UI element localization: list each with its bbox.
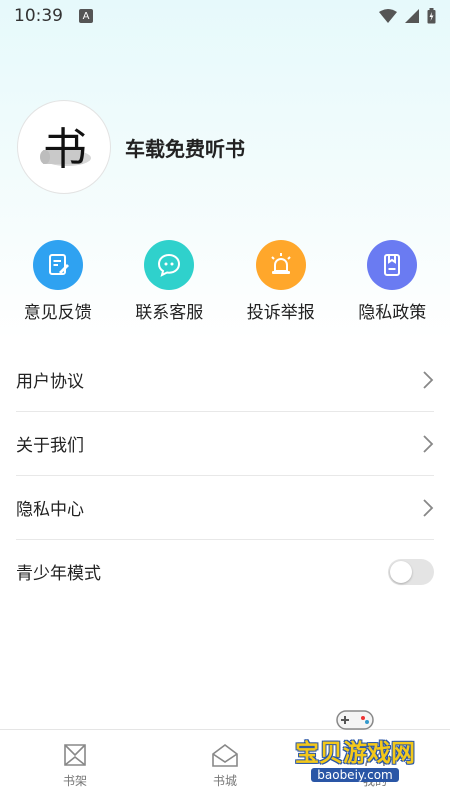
watermark-url: baobeiy.com (311, 768, 399, 782)
chat-icon (144, 240, 195, 290)
nav-item-bookstore[interactable]: 书城 (150, 730, 300, 800)
feedback-label: 意见反馈 (23, 303, 92, 323)
youth-mode-toggle[interactable] (388, 558, 434, 585)
watermark-logo: 宝贝游戏网 baobeiy.com (290, 702, 420, 782)
signal-icon (405, 9, 419, 23)
nav-label-bookstore: 书城 (212, 773, 237, 788)
complaint-button[interactable]: 投诉举报 (231, 240, 331, 323)
watermark-text: 宝贝游戏网 (295, 739, 415, 767)
status-icons (379, 8, 436, 24)
feedback-button[interactable]: 意见反馈 (8, 240, 108, 323)
alarm-icon (255, 240, 306, 290)
complaint-label: 投诉举报 (246, 303, 315, 323)
app-logo-icon: 书 (40, 124, 91, 175)
menu-item-youth-mode: 青少年模式 (16, 540, 434, 603)
privacy-policy-label: 隐私政策 (358, 303, 427, 323)
privacy-policy-button[interactable]: 隐私政策 (342, 240, 442, 323)
profile-header: 书 车载免费听书 (17, 100, 245, 194)
feedback-icon (32, 240, 83, 290)
chevron-right-icon (423, 370, 434, 389)
chevron-right-icon (423, 434, 434, 453)
avatar[interactable]: 书 (17, 100, 111, 194)
bookstore-icon (212, 743, 238, 767)
settings-menu: 用户协议 关于我们 隐私中心 青少年模式 (16, 348, 434, 603)
youth-mode-label: 青少年模式 (16, 564, 101, 584)
document-icon (367, 240, 418, 290)
contact-service-button[interactable]: 联系客服 (119, 240, 219, 323)
avatar-glyph: 书 (43, 124, 87, 175)
chevron-right-icon (423, 498, 434, 517)
quick-actions: 意见反馈 联系客服 投诉举报 隐私政策 (0, 240, 450, 323)
nav-item-bookshelf[interactable]: 书架 (0, 730, 150, 800)
status-time: 10:39 (14, 6, 63, 26)
menu-item-about-us[interactable]: 关于我们 (16, 412, 434, 476)
menu-item-user-agreement[interactable]: 用户协议 (16, 348, 434, 412)
contact-service-label: 联系客服 (135, 303, 204, 323)
gamepad-icon (336, 710, 374, 730)
battery-icon (427, 8, 436, 24)
a-icon: A (79, 9, 93, 23)
menu-item-label: 隐私中心 (16, 500, 84, 520)
status-bar: 10:39 A (0, 0, 450, 32)
app-name: 车载免费听书 (125, 136, 245, 161)
bookshelf-icon (64, 743, 86, 766)
toggle-knob (390, 560, 412, 583)
wifi-icon (379, 9, 397, 23)
menu-item-label: 用户协议 (16, 372, 84, 392)
menu-item-label: 关于我们 (16, 436, 84, 456)
menu-item-privacy-center[interactable]: 隐私中心 (16, 476, 434, 540)
nav-label-bookshelf: 书架 (62, 773, 87, 788)
